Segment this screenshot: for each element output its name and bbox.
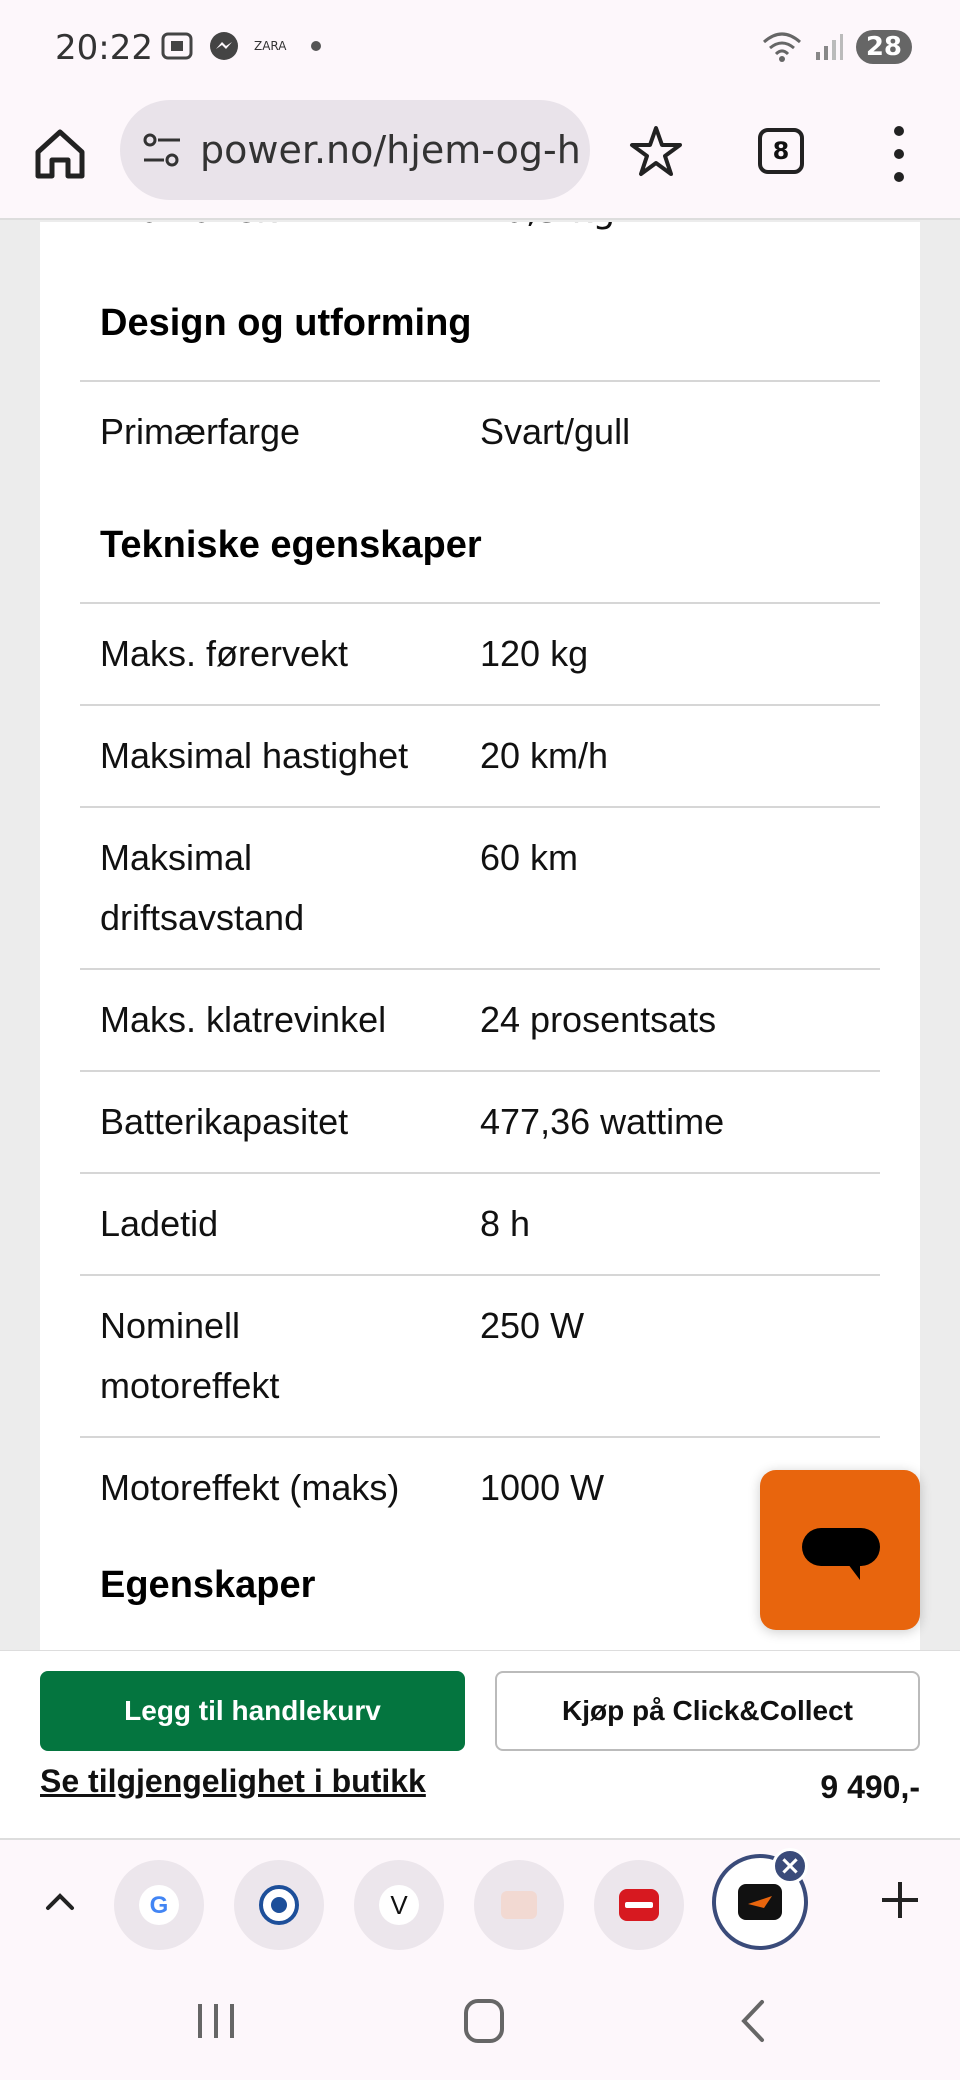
price: 9 490,- [820,1769,920,1805]
tab-strip: G V × [0,1838,960,1960]
tab-switcher-button[interactable]: 8 [758,128,804,174]
section-title-design: Design og utforming [100,302,472,344]
spec-row: Maks. førervekt 120 kg [80,602,880,704]
status-bar: 20:22 ZARA 28 [0,0,960,100]
spec-row: Batterikapasitet 477,36 wattime [80,1070,880,1172]
spec-value: 250 W [480,1305,585,1346]
tab-club[interactable] [234,1860,324,1950]
spec-label: Maks. førervekt [100,633,349,674]
tab-v[interactable]: V [354,1860,444,1950]
spec-label: Ladetid [100,1203,219,1244]
svg-text:G: G [150,1892,169,1919]
site-settings-icon[interactable] [140,130,184,170]
spec-label: Maks. klatrevinkel [100,999,387,1040]
spec-label: Maksimal hastighet [100,735,409,776]
new-tab-plus-icon[interactable] [878,1878,922,1922]
back-icon[interactable] [724,1996,784,2046]
wifi-icon [762,32,801,62]
spec-value: 8 h [480,1203,531,1244]
status-time: 20:22 [55,28,153,68]
section-title-features: Egenskaper [100,1564,316,1606]
spec-value: 60 km [480,837,579,878]
browser-toolbar: power.no/hjem-og-h 8 [0,100,960,220]
zara-icon: ZARA [254,39,287,53]
spec-value: 20,5 kg [480,222,615,231]
add-to-cart-button[interactable]: Legg til handlekurv [40,1671,465,1751]
messenger-icon [210,32,238,60]
screenshot-icon [161,32,193,60]
overflow-menu-icon[interactable] [884,126,914,182]
close-tab-icon[interactable]: × [772,1848,808,1884]
section-title-technical: Tekniske egenskaper [100,524,482,566]
chat-bubble-icon [802,1528,880,1580]
home-icon[interactable] [32,126,88,182]
power-icon [738,1884,782,1920]
tab-google[interactable]: G [114,1860,204,1950]
chat-button[interactable] [760,1470,920,1630]
spec-row: Maksimal driftsavstand 60 km [80,806,880,968]
address-bar[interactable]: power.no/hjem-og-h [120,100,590,200]
spec-value: 24 prosentsats [480,999,717,1040]
v-icon: V [379,1885,419,1925]
spec-row: Nominell motoreffekt 250 W [80,1274,880,1436]
bookmark-star-icon[interactable] [628,124,684,180]
home-nav-icon[interactable] [454,1996,514,2046]
dagbladet-icon [619,1889,659,1921]
spec-label: Nominell motoreffekt [100,1305,280,1406]
tab-blank[interactable] [474,1860,564,1950]
spec-label: Bruttovekt [100,222,291,231]
blank-page-icon [501,1891,537,1919]
spec-row-cut: Bruttovekt 20,5 kg [100,222,615,231]
battery-level: 28 [855,30,912,64]
club-crest-icon [259,1885,299,1925]
purchase-bar: Legg til handlekurv Kjøp på Click&Collec… [0,1650,960,1838]
chevron-up-icon[interactable] [40,1882,80,1922]
more-notifications-dot-icon [310,41,321,51]
spec-value: 1000 W [480,1467,605,1508]
svg-text:V: V [390,1890,408,1920]
spec-row: Primærfarge Svart/gull [80,380,880,480]
click-collect-button[interactable]: Kjøp på Click&Collect [495,1671,920,1751]
system-nav-bar [0,1960,960,2080]
spec-row: Maksimal hastighet 20 km/h [80,704,880,806]
google-icon: G [139,1885,179,1925]
spec-row: Ladetid 8 h [80,1172,880,1274]
spec-label: Maksimal driftsavstand [100,837,305,938]
spec-label: Motoreffekt (maks) [100,1467,400,1508]
spec-value: 20 km/h [480,735,609,776]
recent-apps-icon[interactable] [186,1996,246,2046]
status-notification-icons: ZARA [160,30,321,62]
spec-value: 120 kg [480,633,589,674]
spec-panel: Bruttovekt 20,5 kg Design og utforming P… [40,222,920,1650]
spec-value: Svart/gull [480,411,631,452]
tab-count: 8 [772,137,790,165]
url-text: power.no/hjem-og-h [200,128,581,172]
spec-row: Maks. klatrevinkel 24 prosentsats [80,968,880,1070]
spec-label: Batterikapasitet [100,1101,349,1142]
tab-dagbladet[interactable] [594,1860,684,1950]
store-availability-link[interactable]: Se tilgjengelighet i butikk [40,1763,426,1800]
signal-icon [815,34,843,60]
spec-value: 477,36 wattime [480,1101,725,1142]
spec-label: Primærfarge [100,411,301,452]
